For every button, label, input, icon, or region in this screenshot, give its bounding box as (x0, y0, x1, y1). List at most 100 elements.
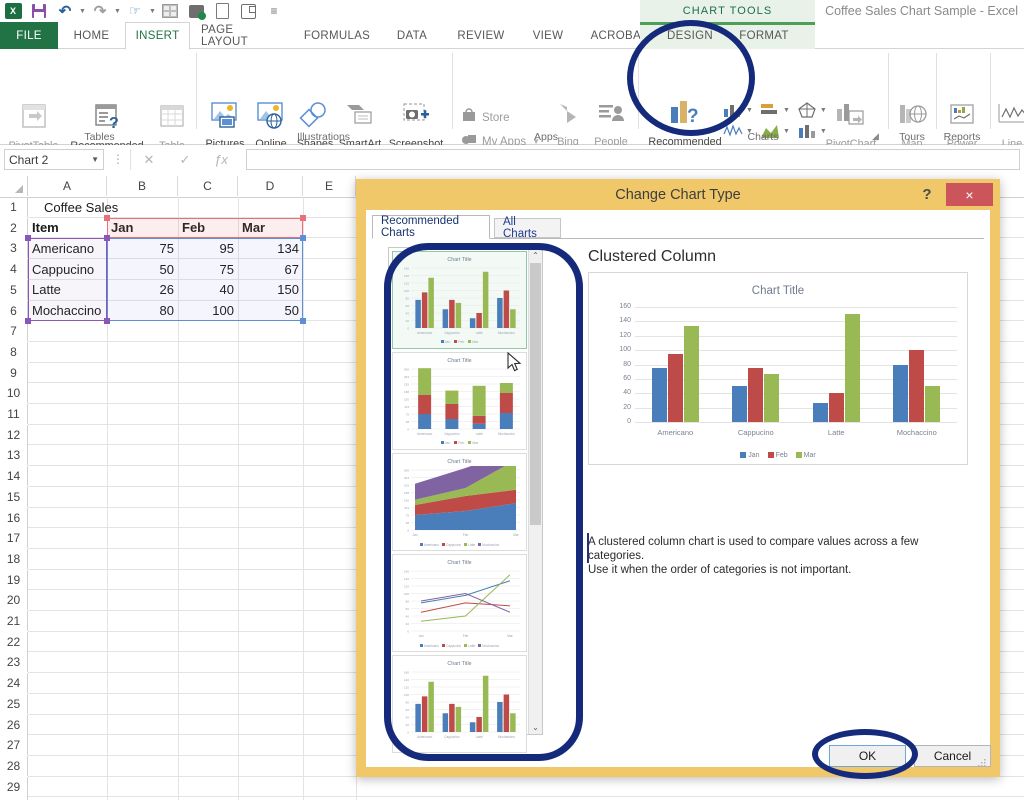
row-header-21[interactable]: 21 (0, 611, 28, 631)
chart-thumbnail-list[interactable]: Chart Title 0 20 40 60 80 100 120 140 160 American… (388, 247, 543, 753)
charts-dialog-launcher-icon[interactable]: ◢ (872, 131, 879, 142)
tab-data[interactable]: DATA (381, 22, 443, 49)
tab-all-charts[interactable]: All Charts (494, 216, 561, 240)
row-header-1[interactable]: 1 (0, 197, 28, 217)
dialog-close-button[interactable]: × (946, 183, 993, 206)
tab-view[interactable]: VIEW (519, 22, 577, 49)
quick-print-grid-icon[interactable] (157, 0, 183, 22)
row-header-26[interactable]: 26 (0, 714, 28, 735)
formula-input[interactable] (246, 149, 1020, 170)
chart-thumbnail-clustered-column[interactable]: Chart Title 0 20 40 60 80 100 120 140 160 American… (392, 251, 527, 349)
row-header-14[interactable]: 14 (0, 466, 28, 487)
column-header-e[interactable]: E (303, 176, 356, 196)
tab-home[interactable]: HOME (58, 22, 125, 49)
column-header-d[interactable]: D (238, 176, 303, 196)
save-icon[interactable] (26, 0, 52, 22)
name-box[interactable]: Chart 2 ▼ (4, 149, 104, 170)
row-header-27[interactable]: 27 (0, 735, 28, 756)
print-preview-icon[interactable] (183, 0, 209, 22)
tab-review[interactable]: REVIEW (443, 22, 519, 49)
column-header-c[interactable]: C (178, 176, 238, 196)
selection-handle[interactable] (300, 318, 306, 325)
formula-bar-grip[interactable]: ⋮ (112, 152, 124, 166)
row-header-20[interactable]: 20 (0, 590, 28, 611)
dialog-help-button[interactable]: ? (916, 183, 938, 205)
thumbnail-plot: 0 20 40 60 80 100 120 140 160 Americano Cappucino L… (404, 671, 520, 739)
line-sparkline-button[interactable]: Line (994, 101, 1024, 150)
customize-qat-icon[interactable]: ≡ (261, 0, 287, 22)
tab-insert[interactable]: INSERT (125, 22, 190, 50)
chart-thumbnail-clustered-column-alt[interactable]: Chart Title 0 20 40 60 80 100 120 140 160 American… (392, 655, 527, 753)
scroll-up-button[interactable]: ⌃ (529, 248, 542, 262)
column-chart-button[interactable]: ▼ ▼ ▼ (722, 101, 827, 119)
dialog-resize-grip[interactable] (977, 755, 987, 767)
row-header-24[interactable]: 24 (0, 673, 28, 694)
new-file-icon[interactable] (209, 0, 235, 22)
column-chart-dropdown-icon[interactable]: ▼ (746, 107, 753, 114)
undo-icon[interactable]: ↶ (52, 0, 78, 22)
tab-format[interactable]: FORMAT (725, 22, 803, 49)
row-header-12[interactable]: 12 (0, 424, 28, 445)
insert-function-button[interactable]: ƒx (208, 149, 234, 170)
selection-handle[interactable] (104, 318, 110, 325)
column-header-a[interactable]: A (28, 176, 107, 196)
row-header-25[interactable]: 25 (0, 693, 28, 714)
row-header-29[interactable]: 29 (0, 776, 28, 797)
row-header-2[interactable]: 2 (0, 217, 28, 238)
row-header-16[interactable]: 16 (0, 507, 28, 528)
row-header-3[interactable]: 3 (0, 238, 28, 259)
row-header-4[interactable]: 4 (0, 259, 28, 280)
redo-dropdown-icon[interactable]: ▼ (113, 0, 122, 22)
tab-recommended-charts[interactable]: Recommended Charts (372, 215, 490, 239)
group-label-charts: Charts (747, 131, 779, 143)
tab-design[interactable]: DESIGN (655, 22, 725, 49)
thumbnail-scrollbar[interactable]: ⌃ ⌄ (528, 248, 542, 734)
row-header-5[interactable]: 5 (0, 279, 28, 300)
row-header-23[interactable]: 23 (0, 652, 28, 673)
name-box-dropdown-icon[interactable]: ▼ (91, 155, 99, 164)
row-header-7[interactable]: 7 (0, 321, 28, 342)
row-header-10[interactable]: 10 (0, 383, 28, 404)
row-header-19[interactable]: 19 (0, 569, 28, 590)
row-header-18[interactable]: 18 (0, 548, 28, 569)
store-button[interactable]: Store (460, 107, 510, 128)
select-all-corner[interactable] (0, 176, 28, 196)
cell-a2-item[interactable]: Item (28, 218, 107, 238)
selection-handle[interactable] (300, 214, 306, 221)
bar-chart-dropdown-icon[interactable]: ▼ (783, 107, 790, 114)
selection-handle[interactable] (25, 235, 31, 242)
row-header-22[interactable]: 22 (0, 631, 28, 652)
tab-page-layout[interactable]: PAGE LAYOUT (190, 22, 293, 49)
attach-icon[interactable] (235, 0, 261, 22)
touch-mode-icon[interactable]: ☞ (122, 0, 148, 22)
dialog-title-bar[interactable]: Change Chart Type (356, 179, 1000, 210)
column-header-b[interactable]: B (107, 176, 178, 196)
ok-button[interactable]: OK (829, 745, 906, 767)
selection-handle[interactable] (104, 235, 110, 242)
cancel-entry-button[interactable]: ✕ (136, 149, 162, 170)
row-header-11[interactable]: 11 (0, 404, 28, 424)
row-header-28[interactable]: 28 (0, 755, 28, 776)
selection-handle[interactable] (104, 214, 110, 221)
touch-mode-dropdown-icon[interactable]: ▼ (148, 0, 157, 22)
row-header-6[interactable]: 6 (0, 300, 28, 321)
row-header-9[interactable]: 9 (0, 362, 28, 383)
tab-formulas[interactable]: FORMULAS (293, 22, 381, 49)
row-header-13[interactable]: 13 (0, 445, 28, 466)
row-header-15[interactable]: 15 (0, 486, 28, 507)
cell-a1-title[interactable]: Coffee Sales (40, 197, 180, 217)
selection-handle[interactable] (300, 235, 306, 242)
selection-handle[interactable] (25, 318, 31, 325)
undo-dropdown-icon[interactable]: ▼ (78, 0, 87, 22)
scroll-down-button[interactable]: ⌄ (529, 720, 542, 734)
row-header-17[interactable]: 17 (0, 528, 28, 549)
tab-file[interactable]: FILE (0, 22, 58, 49)
svg-text:60: 60 (406, 607, 410, 611)
row-header-8[interactable]: 8 (0, 341, 28, 362)
confirm-entry-button[interactable]: ✓ (172, 149, 198, 170)
scrollbar-thumb[interactable] (530, 263, 541, 525)
chart-thumbnail-line[interactable]: Chart Title 0 20 40 60 80 100 120 140 160 Jan Feb Ma… (392, 554, 527, 652)
chart-thumbnail-stacked-area[interactable]: Chart Title 0 38 75 113 150 188 225 263 300 Jan Feb… (392, 453, 527, 551)
redo-icon[interactable]: ↷ (87, 0, 113, 22)
thumbnail-plot: 0 20 40 60 80 100 120 140 160 Jan Feb Mar (404, 570, 520, 638)
